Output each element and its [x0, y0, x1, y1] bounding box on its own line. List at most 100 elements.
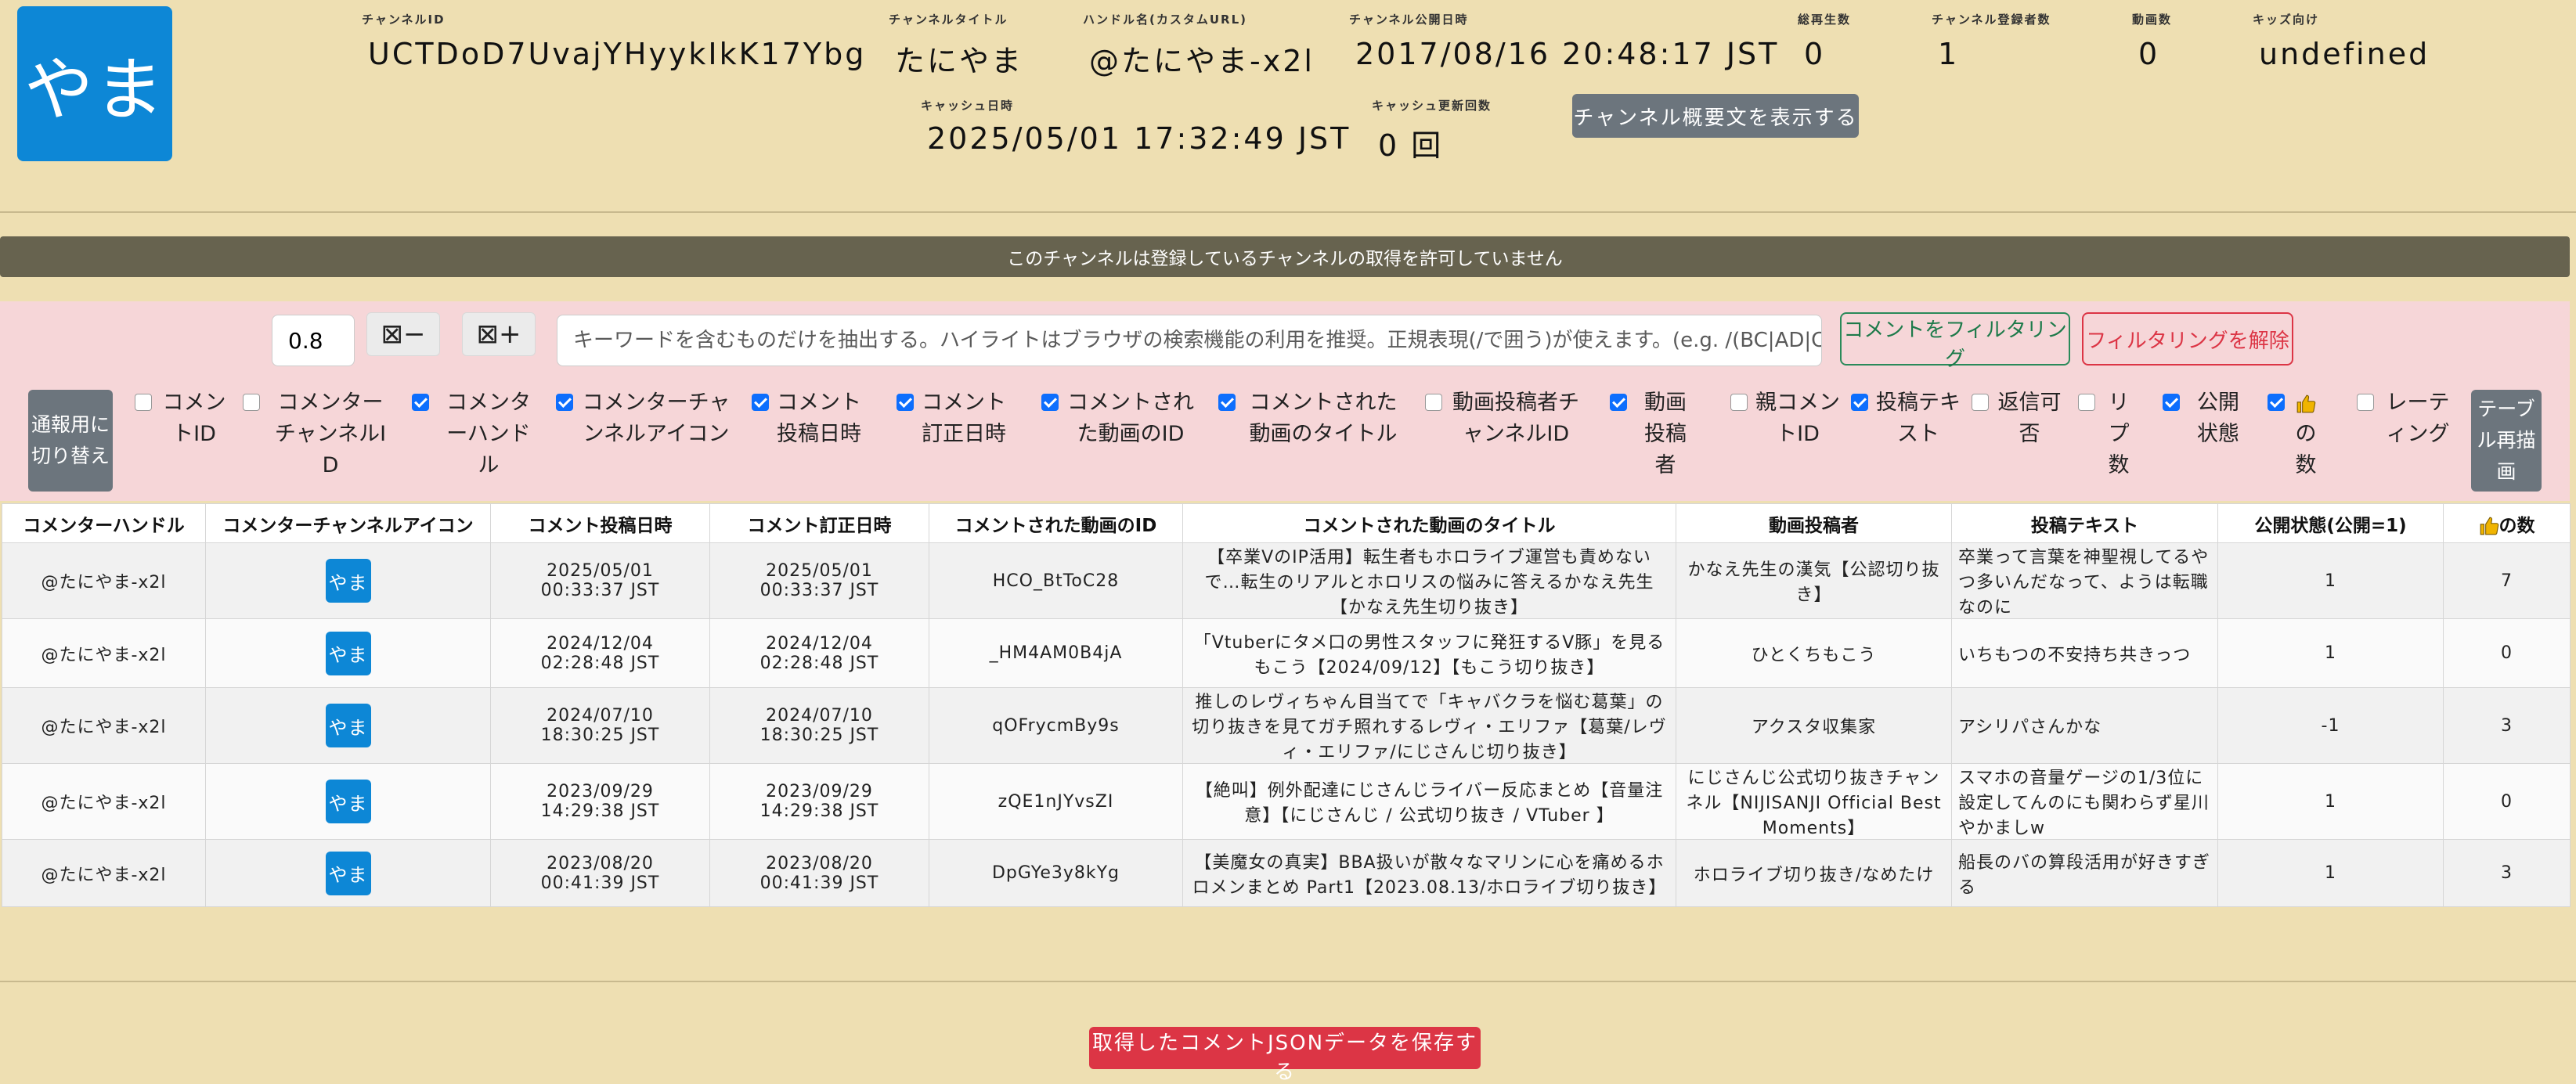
checkbox[interactable]: [2078, 394, 2095, 411]
column-toggle-status[interactable]: 公開状態: [2163, 387, 2249, 450]
column-toggle-comment-id[interactable]: コメントID: [135, 387, 229, 450]
cell-video-id: _HM4AM0B4jA: [929, 618, 1183, 688]
channel-videos-block: 動画数 0: [2132, 11, 2172, 71]
avatar[interactable]: やま: [325, 559, 371, 603]
column-toggle-likes[interactable]: の数: [2268, 387, 2322, 481]
clear-filter-button[interactable]: フィルタリングを解除: [2082, 312, 2293, 366]
column-header[interactable]: 公開状態(公開=1): [2217, 503, 2444, 543]
checkbox[interactable]: [2268, 394, 2285, 411]
cell-text: 船長のバの算段活用が好きすぎる: [1951, 839, 2218, 907]
checkbox[interactable]: [1972, 394, 1989, 411]
checkbox[interactable]: [1041, 394, 1059, 411]
channel-title-value: たにやま: [895, 44, 1024, 78]
report-mode-toggle-button[interactable]: 通報用に切り替え: [28, 390, 113, 492]
column-toggle-can-reply[interactable]: 返信可否: [1972, 387, 2062, 450]
checkbox[interactable]: [2357, 394, 2374, 411]
column-header[interactable]: 投稿テキスト: [1951, 503, 2218, 543]
thumbs-up-icon: [2296, 394, 2316, 412]
channel-published-block: チャンネル公開日時 2017/08/16 20:48:17 JST: [1349, 11, 1779, 71]
avatar[interactable]: やま: [325, 631, 371, 675]
filter-comments-button[interactable]: コメントをフィルタリング: [1840, 312, 2070, 371]
column-header[interactable]: 動画投稿者: [1676, 503, 1952, 543]
avatar[interactable]: やま: [325, 780, 371, 823]
column-header[interactable]: の数: [2443, 503, 2571, 543]
cell-edited: 2024/12/04 02:28:48 JST: [709, 618, 929, 688]
cache-count-label: キャッシュ更新回数: [1372, 99, 1492, 113]
cell-text: アシリパさんかな: [1951, 687, 2218, 764]
channel-kids-label: キッズ向け: [2253, 13, 2320, 27]
cell-edited: 2023/09/29 14:29:38 JST: [709, 763, 929, 840]
cell-edited: 2023/08/20 00:41:39 JST: [709, 839, 929, 907]
column-header[interactable]: コメンターチャンネルアイコン: [205, 503, 491, 543]
zoom-out-button[interactable]: ⊠−: [366, 312, 440, 356]
checkbox[interactable]: [752, 394, 769, 411]
cache-count-block: キャッシュ更新回数 0 回: [1372, 97, 1492, 164]
zoom-input[interactable]: [272, 315, 355, 366]
checkbox[interactable]: [1730, 394, 1748, 411]
checkbox[interactable]: [243, 394, 260, 411]
checkbox[interactable]: [1851, 394, 1868, 411]
show-about-button[interactable]: チャンネル概要文を表示する: [1572, 94, 1859, 138]
column-toggle-commenter-handle[interactable]: コメンターハンドル: [412, 387, 540, 481]
cell-likes: 3: [2443, 839, 2571, 907]
column-toggle-text[interactable]: 投稿テキスト: [1851, 387, 1961, 450]
cell-text: いちもつの不安持ち共きっつ: [1951, 618, 2218, 688]
channel-videos-value: 0: [2138, 37, 2160, 71]
table-header-row: コメンターハンドル コメンターチャンネルアイコン コメント投稿日時 コメント訂正…: [2, 503, 2571, 543]
avatar[interactable]: やま: [325, 704, 371, 747]
cell-likes: 0: [2443, 618, 2571, 688]
checkbox[interactable]: [135, 394, 152, 411]
column-toggle-edited-at[interactable]: コメント訂正日時: [897, 387, 1006, 450]
channel-title-label: チャンネルタイトル: [889, 13, 1008, 27]
cell-posted: 2024/07/10 18:30:25 JST: [490, 687, 710, 764]
column-header[interactable]: コメント投稿日時: [490, 503, 710, 543]
divider: [0, 211, 2576, 213]
cell-posted: 2023/09/29 14:29:38 JST: [490, 763, 710, 840]
filter-panel: ⊠− ⊠+ コメントをフィルタリング フィルタリングを解除 通報用に切り替え コ…: [0, 301, 2570, 501]
checkbox[interactable]: [1218, 394, 1236, 411]
column-header[interactable]: コメンターハンドル: [2, 503, 206, 543]
channel-id-value: UCTDoD7UvajYHyykIkK17Ybg: [368, 37, 867, 71]
column-header[interactable]: コメントされた動画のID: [929, 503, 1183, 543]
column-toggle-uploader-channel-id[interactable]: 動画投稿者チャンネルID: [1425, 387, 1582, 450]
keyword-input[interactable]: [557, 315, 1822, 366]
column-toggle-reply-count[interactable]: リプ数: [2078, 387, 2134, 481]
column-toggle-rating[interactable]: レーティング: [2357, 387, 2454, 450]
checkbox[interactable]: [897, 394, 914, 411]
column-toggle-uploader[interactable]: 動画投稿者: [1610, 387, 1696, 481]
column-toggle-video-title[interactable]: コメントされた動画のタイトル: [1218, 387, 1403, 450]
cell-posted: 2023/08/20 00:41:39 JST: [490, 839, 710, 907]
cell-commenter-icon: やま: [205, 687, 491, 764]
redraw-table-button[interactable]: テーブル再描画: [2471, 390, 2542, 492]
column-header[interactable]: コメントされた動画のタイトル: [1182, 503, 1676, 543]
cell-handle: @たにやま-x2l: [2, 763, 206, 840]
cache-count-value: 0 回: [1378, 128, 1444, 163]
cell-uploader: にじさんじ公式切り抜きチャンネル【NIJISANJI Official Best…: [1676, 763, 1952, 840]
cell-video-id: qOFrycmBy9s: [929, 687, 1183, 764]
cell-commenter-icon: やま: [205, 839, 491, 907]
column-header[interactable]: コメント訂正日時: [709, 503, 929, 543]
checkbox[interactable]: [1610, 394, 1627, 411]
notice-bar: このチャンネルは登録しているチャンネルの取得を許可していません: [0, 236, 2570, 277]
avatar[interactable]: やま: [325, 851, 371, 895]
cell-handle: @たにやま-x2l: [2, 618, 206, 688]
column-toggle-commenter-icon[interactable]: コメンターチャンネルアイコン: [556, 387, 731, 450]
column-toggle-commenter-channel-id[interactable]: コメンターチャンネルID: [243, 387, 393, 481]
checkbox[interactable]: [412, 394, 429, 411]
cell-uploader: ホロライブ切り抜き/なめたけ: [1676, 839, 1952, 907]
channel-published-label: チャンネル公開日時: [1349, 13, 1469, 27]
checkbox[interactable]: [556, 394, 573, 411]
checkbox[interactable]: [1425, 394, 1442, 411]
channel-subs-block: チャンネル登録者数 1: [1932, 11, 2051, 71]
zoom-in-button[interactable]: ⊠+: [462, 312, 536, 356]
save-json-button[interactable]: 取得したコメントJSONデータを保存する: [1089, 1027, 1481, 1084]
table-row: @たにやま-x2l やま 2024/12/04 02:28:48 JST 2024/1…: [2, 618, 2571, 688]
channel-subs-label: チャンネル登録者数: [1932, 13, 2051, 27]
cache-date-label: キャッシュ日時: [921, 99, 1015, 113]
checkbox[interactable]: [2163, 394, 2180, 411]
column-toggle-video-id[interactable]: コメントされた動画のID: [1041, 387, 1195, 450]
column-toggle-parent-id[interactable]: 親コメントID: [1730, 387, 1840, 450]
channel-handle-block: ハンドル名(カスタムURL) @たにやま-x2l: [1083, 11, 1315, 80]
cell-handle: @たにやま-x2l: [2, 542, 206, 619]
column-toggle-posted-at[interactable]: コメント投稿日時: [752, 387, 861, 450]
